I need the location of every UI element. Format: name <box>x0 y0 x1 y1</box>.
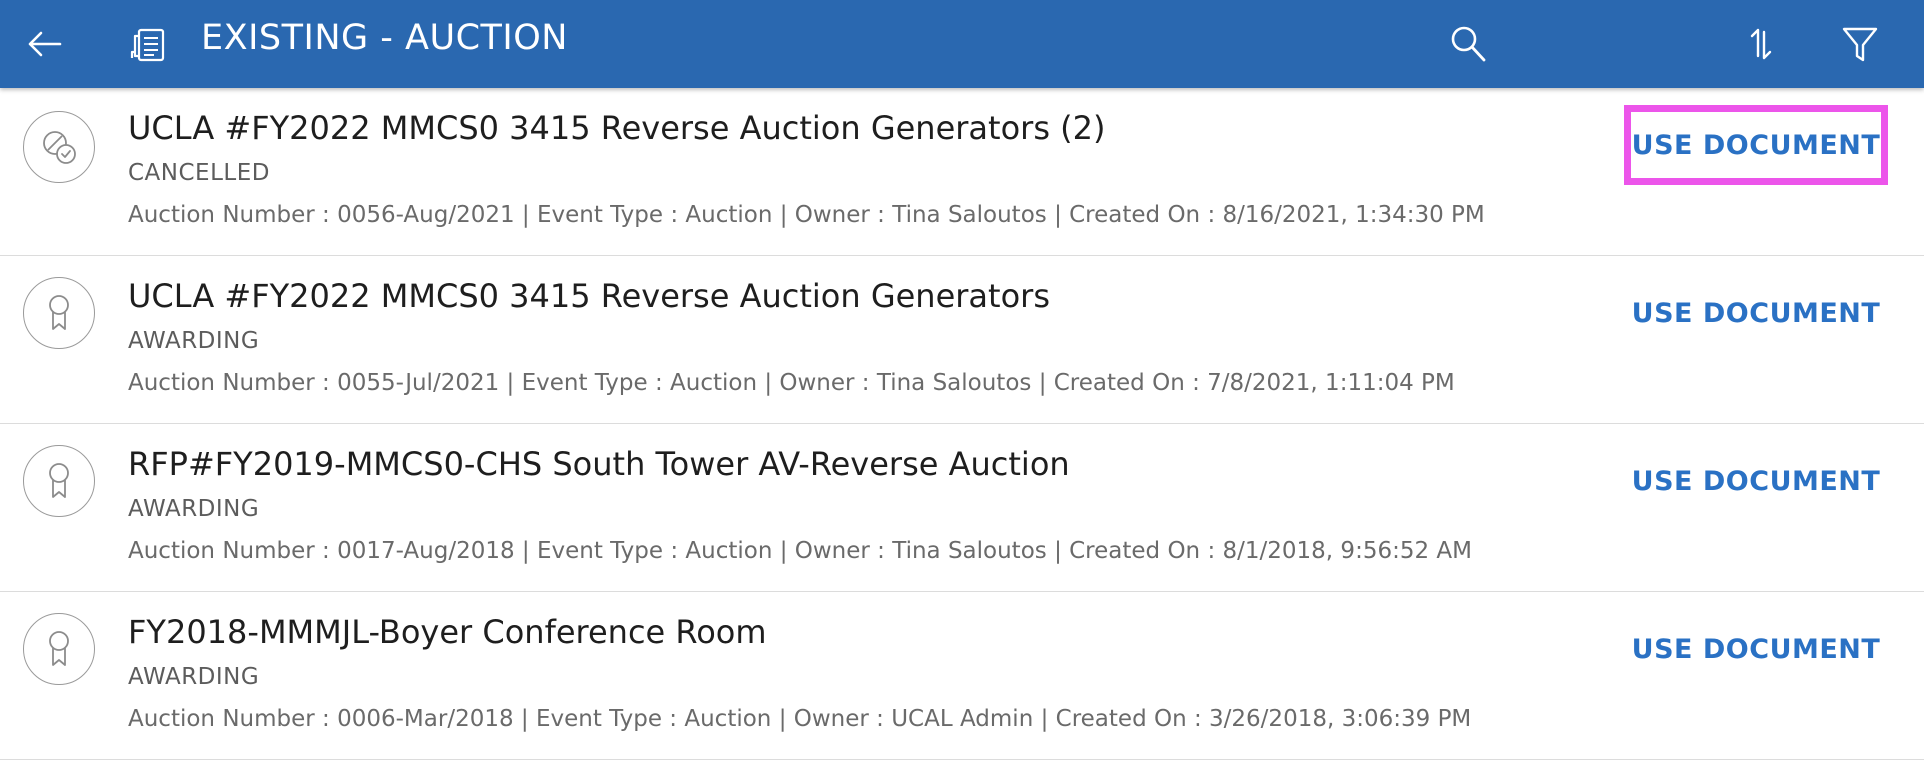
filter-button[interactable] <box>1830 14 1890 74</box>
status-text: AWARDING <box>128 328 260 354</box>
sort-button[interactable] <box>1731 14 1791 74</box>
item-meta: Auction Number : 0006-Mar/2018 | Event T… <box>128 706 1472 732</box>
list-item[interactable]: RFP#FY2019-MMCS0-CHS South Tower AV-Reve… <box>0 424 1924 592</box>
item-title: RFP#FY2019-MMCS0-CHS South Tower AV-Reve… <box>128 445 1070 483</box>
item-meta: Auction Number : 0017-Aug/2018 | Event T… <box>128 538 1472 564</box>
use-document-button[interactable]: USE DOCUMENT <box>1624 273 1888 353</box>
status-text: AWARDING <box>128 496 260 522</box>
sort-icon <box>1750 28 1772 60</box>
list-item[interactable]: FY2018-MMMJL-Boyer Conference Room AWARD… <box>0 592 1924 760</box>
document-list-icon <box>118 14 178 74</box>
use-document-button[interactable]: USE DOCUMENT <box>1624 441 1888 521</box>
list-item[interactable]: UCLA #FY2022 MMCS0 3415 Reverse Auction … <box>0 256 1924 424</box>
back-button[interactable] <box>14 14 74 74</box>
item-title: FY2018-MMMJL-Boyer Conference Room <box>128 613 767 651</box>
filter-icon <box>1842 27 1878 62</box>
award-ribbon-icon <box>23 277 95 349</box>
status-text: CANCELLED <box>128 160 270 186</box>
cancelled-badge-icon <box>23 111 95 183</box>
item-meta: Auction Number : 0055-Jul/2021 | Event T… <box>128 370 1455 396</box>
arrow-left-icon <box>28 31 62 57</box>
auction-list: UCLA #FY2022 MMCS0 3415 Reverse Auction … <box>0 88 1924 760</box>
list-item[interactable]: UCLA #FY2022 MMCS0 3415 Reverse Auction … <box>0 88 1924 256</box>
item-title: UCLA #FY2022 MMCS0 3415 Reverse Auction … <box>128 109 1106 147</box>
search-button[interactable] <box>1438 14 1498 74</box>
award-ribbon-icon <box>23 613 95 685</box>
status-text: AWARDING <box>128 664 260 690</box>
use-document-button[interactable]: USE DOCUMENT <box>1624 105 1888 185</box>
search-icon <box>1451 26 1486 62</box>
item-meta: Auction Number : 0056-Aug/2021 | Event T… <box>128 202 1485 228</box>
app-header: EXISTING - AUCTION <box>0 0 1924 88</box>
use-document-button[interactable]: USE DOCUMENT <box>1624 609 1888 689</box>
page-title: EXISTING - AUCTION <box>201 18 568 58</box>
item-title: UCLA #FY2022 MMCS0 3415 Reverse Auction … <box>128 277 1050 315</box>
award-ribbon-icon <box>23 445 95 517</box>
